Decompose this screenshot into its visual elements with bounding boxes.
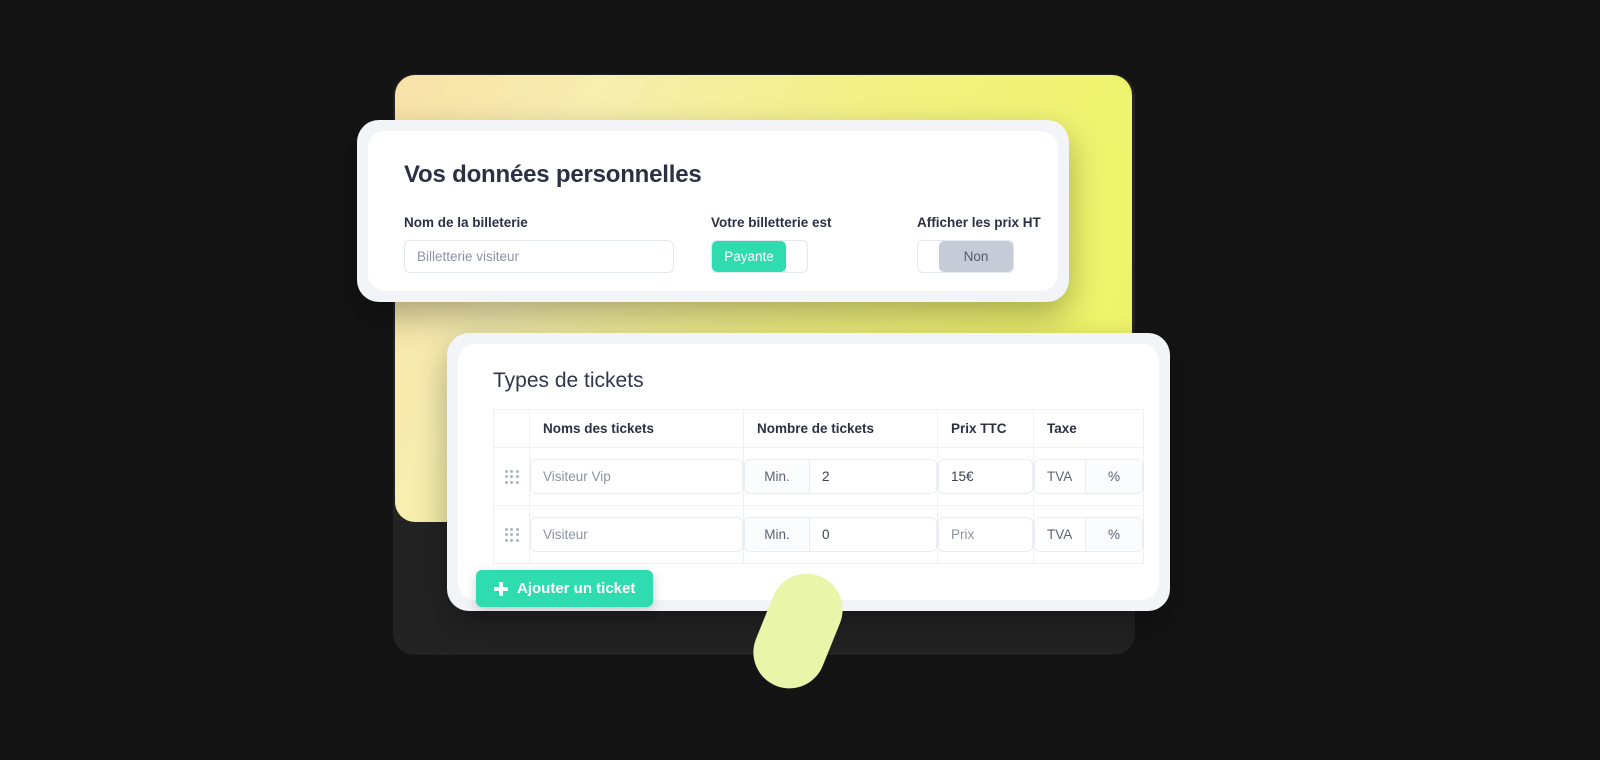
column-header-price: Prix TTC	[937, 409, 1034, 448]
show-ht-prices-toggle-value: Non	[939, 241, 1013, 272]
ticketing-name-field-group: Nom de la billeterie	[404, 215, 674, 273]
ticketing-name-input[interactable]	[404, 240, 674, 273]
ticket-count-group: Min.	[744, 517, 937, 552]
row-name-cell	[529, 505, 744, 564]
ticket-tax-label: TVA	[1035, 460, 1085, 493]
ticket-count-input[interactable]	[810, 518, 936, 551]
ticket-types-table: Noms des tickets Nombre de tickets Prix …	[493, 409, 1144, 564]
ticketing-name-label: Nom de la billeterie	[404, 215, 528, 230]
ticketing-type-field-group: Votre billetterie est Payante	[711, 215, 832, 278]
add-ticket-button-label: Ajouter un ticket	[517, 580, 636, 597]
row-name-cell	[529, 447, 744, 506]
ticket-table-header-row: Noms des tickets Nombre de tickets Prix …	[493, 409, 1144, 448]
row-drag-cell[interactable]	[493, 447, 530, 506]
ticket-count-group: Min.	[744, 459, 937, 494]
ticket-name-input[interactable]	[530, 517, 743, 552]
ticket-count-min-addon: Min.	[745, 460, 810, 493]
ticket-table-body: Min. TVA %	[493, 447, 1144, 564]
show-ht-prices-toggle[interactable]: Non	[917, 240, 1014, 273]
ticket-tax-group[interactable]: TVA %	[1034, 459, 1143, 494]
ticket-count-input[interactable]	[810, 460, 936, 493]
ticket-types-card-body: Types de tickets Noms des tickets Nombre…	[458, 344, 1159, 600]
table-row: Min. TVA %	[493, 505, 1144, 564]
column-header-tax: Taxe	[1033, 409, 1144, 448]
row-count-cell: Min.	[743, 505, 938, 564]
table-row: Min. TVA %	[493, 447, 1144, 506]
plus-icon	[494, 581, 508, 596]
ticket-tax-group[interactable]: TVA %	[1034, 517, 1143, 552]
ticket-name-input[interactable]	[530, 459, 743, 494]
ticket-tax-label: TVA	[1035, 518, 1085, 551]
column-header-name: Noms des tickets	[529, 409, 744, 448]
ticket-price-input[interactable]	[938, 517, 1033, 552]
row-tax-cell: TVA %	[1033, 505, 1144, 564]
row-price-cell	[937, 505, 1034, 564]
ticket-count-min-addon: Min.	[745, 518, 810, 551]
add-ticket-button[interactable]: Ajouter un ticket	[476, 570, 654, 607]
screenshot-stage: Vos données personnelles Nom de la bille…	[0, 0, 1600, 760]
ticket-table-head: Noms des tickets Nombre de tickets Prix …	[493, 409, 1144, 448]
ticket-tax-percent-addon: %	[1085, 518, 1142, 551]
row-tax-cell: TVA %	[1033, 447, 1144, 506]
drag-handle-icon[interactable]	[504, 527, 519, 542]
ticketing-type-toggle[interactable]: Payante	[711, 240, 808, 273]
page-title: Vos données personnelles	[404, 161, 702, 188]
personal-data-card: Vos données personnelles Nom de la bille…	[357, 120, 1069, 302]
ticket-price-input[interactable]	[938, 459, 1033, 494]
personal-data-card-body: Vos données personnelles Nom de la bille…	[368, 131, 1058, 291]
row-price-cell	[937, 447, 1034, 506]
ticketing-type-toggle-value: Payante	[712, 241, 786, 272]
ticket-types-title: Types de tickets	[493, 369, 644, 392]
show-ht-prices-label: Afficher les prix HT	[917, 215, 1041, 230]
show-ht-prices-field-group: Afficher les prix HT Non	[917, 215, 1041, 278]
column-header-handle	[493, 409, 530, 448]
row-count-cell: Min.	[743, 447, 938, 506]
ticket-tax-percent-addon: %	[1085, 460, 1142, 493]
drag-handle-icon[interactable]	[504, 469, 519, 484]
row-drag-cell[interactable]	[493, 505, 530, 564]
column-header-count: Nombre de tickets	[743, 409, 938, 448]
ticketing-type-label: Votre billetterie est	[711, 215, 832, 230]
